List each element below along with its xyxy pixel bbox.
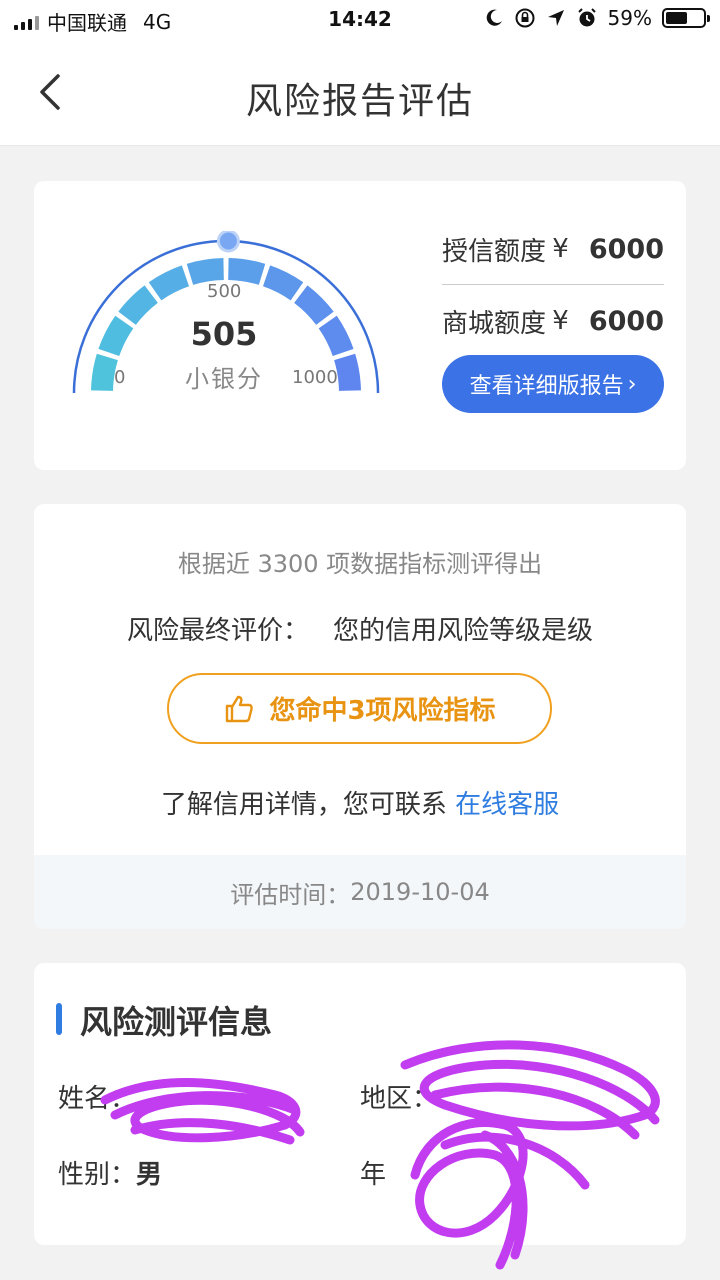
moon-icon [486, 9, 502, 26]
online-service-link[interactable]: 在线客服 [455, 790, 559, 820]
risk-info-card: 风险测评信息 姓名： 地区： 性别：男 年 [34, 963, 686, 1245]
battery-icon [662, 8, 710, 28]
location-icon [547, 10, 564, 26]
battery-fill [666, 12, 688, 24]
risk-indicators-button[interactable]: 您命中3项风险指标 [167, 673, 552, 744]
name-field: 姓名： [58, 1078, 136, 1115]
evaluation-time-label: 评估时间： [230, 880, 351, 909]
mall-quota-row: 商城额度 ¥ 6000 [442, 291, 664, 351]
name-label: 姓名： [58, 1084, 137, 1114]
gender-value: 男 [136, 1160, 163, 1190]
battery-percent: 59% [607, 6, 652, 30]
contact-text: 了解信用详情，您可联系 [160, 790, 447, 820]
evaluation-basis: 根据近 3300 项数据指标测评得出 [177, 550, 543, 578]
credit-quota-currency: ¥ [552, 234, 569, 264]
section-accent-bar [56, 1003, 62, 1035]
final-evaluation-value: 您的信用风险等级是级 [333, 616, 594, 646]
mall-quota-value: 6000 [588, 305, 664, 337]
chevron-right-icon: › [627, 371, 637, 397]
gender-field: 性别：男 [58, 1154, 162, 1191]
contact-line: 了解信用详情，您可联系 在线客服 [34, 784, 686, 821]
alarm-icon [577, 8, 596, 27]
view-detailed-report-button[interactable]: 查看详细版报告 › [442, 355, 664, 413]
gauge-segment [262, 265, 304, 301]
region-label: 地区： [360, 1084, 439, 1114]
page-title: 风险报告评估 [245, 81, 474, 122]
evaluation-card: 根据近 3300 项数据指标测评得出 风险最终评价： 您的信用风险等级是级 您命中… [34, 504, 686, 929]
thumbs-up-icon [226, 695, 254, 722]
evaluation-time: 评估时间： 2019-10-04 [34, 855, 686, 929]
view-detailed-report-label: 查看详细版报告 [469, 374, 624, 399]
gauge-segment [148, 265, 190, 301]
gauge-marker [216, 231, 240, 253]
final-evaluation: 风险最终评价： 您的信用风险等级是级 [34, 610, 686, 647]
rotation-lock-icon [515, 8, 535, 28]
quota-divider [442, 284, 664, 285]
risk-indicators-label: 您命中3项风险指标 [269, 696, 496, 726]
score-unit: 小银分 [185, 365, 263, 393]
credit-quota-row: 授信额度 ¥ 6000 [442, 219, 664, 279]
age-field: 年 [360, 1154, 386, 1191]
nav-bar: 风险报告评估 [0, 38, 720, 146]
status-bar: 中国联通 4G 14:42 59% [0, 0, 720, 38]
gender-label: 性别： [58, 1160, 137, 1190]
gauge-mid-label: 500 [207, 281, 242, 302]
section-title: 风险测评信息 [80, 1003, 273, 1041]
credit-quota-label: 授信额度 [442, 236, 547, 267]
mall-quota-label: 商城额度 [442, 308, 547, 339]
credit-quota-value: 6000 [588, 233, 664, 265]
status-right: 59% [484, 6, 710, 30]
score-card: 0 500 1000 505 小银分 授信额度 ¥ 6000 商城额度 ¥ 60… [34, 181, 686, 470]
region-field: 地区： [360, 1078, 438, 1115]
age-label: 年 [360, 1160, 387, 1190]
score-value: 505 [190, 315, 258, 353]
mall-quota-currency: ¥ [552, 306, 569, 336]
final-evaluation-label: 风险最终评价： [126, 616, 309, 646]
evaluation-time-value: 2019-10-04 [350, 878, 490, 906]
